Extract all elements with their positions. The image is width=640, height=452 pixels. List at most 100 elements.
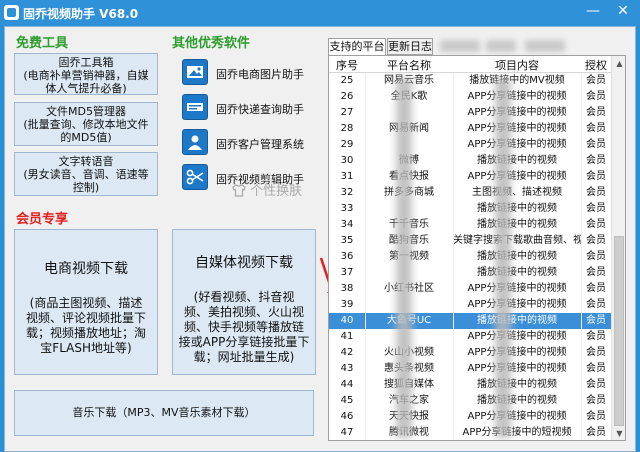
row-auth: 会员 [586, 219, 606, 230]
express-query-icon [182, 94, 208, 120]
row-auth: 会员 [586, 139, 606, 150]
table-row[interactable]: 46天天快报APP分享链接中的视频会员 [329, 409, 611, 425]
row-auth: 会员 [586, 283, 606, 294]
toolbox-button[interactable]: 固乔工具箱 (电商补单营销神器，自媒 体人气提升必备) [14, 53, 158, 95]
close-button[interactable]: ✕ [608, 0, 638, 24]
table-row[interactable]: 32拼多多商城主图视频、描述视频会员 [329, 185, 611, 201]
row-no: 36 [340, 251, 354, 262]
table-row[interactable]: 36第一视频播放链接中的视频会员 [329, 249, 611, 265]
row-no: 42 [340, 347, 354, 358]
row-no: 47 [340, 427, 354, 438]
free-tools-heading: 免费工具 [16, 36, 69, 51]
row-no: 31 [340, 171, 354, 182]
column-header-auth[interactable]: 授权 [581, 57, 611, 73]
table-header: 序号 平台名称 项目内容 授权 [329, 56, 625, 73]
table-row[interactable]: 44搜狐自媒体播放链接中的视频会员 [329, 377, 611, 393]
express-query-link[interactable]: 固乔快递查询助手 [176, 92, 308, 124]
row-auth: 会员 [586, 171, 606, 182]
tab-supported-platforms[interactable]: 支持的平台 [328, 38, 386, 56]
row-content: 播放链接中的视频 [477, 251, 557, 262]
blurred-area [396, 78, 412, 438]
text-to-speech-button[interactable]: 文字转语音 (男女读音、音调、语速等 控制) [14, 152, 158, 196]
row-content: APP分享链接中的视频 [467, 107, 567, 118]
row-auth: 会员 [586, 363, 606, 374]
row-auth: 会员 [586, 427, 606, 438]
table-row[interactable]: 42火山小视频APP分享链接中的视频会员 [329, 345, 611, 361]
platform-table[interactable]: 序号 平台名称 项目内容 授权 25网易云音乐播放链接中的MV视频会员26全民K… [328, 55, 626, 441]
toolbox-line-3: 体人气提升必备) [45, 82, 127, 95]
row-auth: 会员 [586, 267, 606, 278]
table-row[interactable]: 40大鱼号UC播放链接中的视频会员 [329, 313, 611, 329]
row-content: 播放链接中的视频 [477, 395, 557, 406]
media-video-desc: (好看视频、抖音视 频、美拍视频、火山视 频、快手视频等播放链 接或APP分享链… [173, 290, 315, 365]
row-no: 41 [340, 331, 354, 342]
ecom-desc-line-2: 视频、评论视频批量下 [25, 311, 146, 325]
table-row[interactable]: 35酷狗音乐关键字搜索下载歌曲音频、视频会员 [329, 233, 611, 249]
row-no: 29 [340, 139, 354, 150]
image-helper-link[interactable]: 固乔电商图片助手 [176, 57, 308, 89]
toolbox-line-2: (电商补单营销神器，自媒 [23, 69, 149, 82]
scroll-thumb[interactable] [614, 236, 624, 426]
column-divider [581, 73, 582, 440]
row-no: 40 [340, 315, 354, 326]
table-row[interactable]: 47腾讯微视APP分享链接中的短视频会员 [329, 425, 611, 440]
table-row[interactable]: 41 APP分享链接中的视频 会员 [329, 329, 611, 345]
row-content: APP分享链接中的短视频 [462, 427, 572, 438]
column-header-platform[interactable]: 平台名称 [365, 57, 453, 73]
table-row[interactable]: 43惠头条视频APP分享链接中的视频会员 [329, 361, 611, 377]
table-row[interactable]: 45汽车之家播放链接中的视频会员 [329, 393, 611, 409]
table-row[interactable]: 34千千音乐播放链接中的视频会员 [329, 217, 611, 233]
ecom-video-download-button[interactable]: 电商视频下载 (商品主图视频、描述 视频、评论视频批量下 载；视频播放地址；淘 … [14, 229, 158, 375]
row-content: 播放链接中的视频 [477, 267, 557, 278]
row-no: 34 [340, 219, 354, 230]
table-row[interactable]: 30微博播放链接中的视频会员 [329, 153, 611, 169]
row-auth: 会员 [586, 315, 606, 326]
table-row[interactable]: 28网易新闻APP分享链接中的视频会员 [329, 121, 611, 137]
media-desc-line-1: (好看视频、抖音视 [193, 290, 295, 304]
row-auth: 会员 [586, 123, 606, 134]
music-download-button[interactable]: 音乐下载（MP3、MV音乐素材下载） [14, 390, 314, 436]
table-scrollbar[interactable]: ▲ ▼ [611, 56, 625, 440]
table-row[interactable]: 26全民K歌APP分享链接中的视频会员 [329, 89, 611, 105]
table-row[interactable]: 27 APP分享链接中的视频 会员 [329, 105, 611, 121]
row-no: 27 [340, 107, 354, 118]
row-content: APP分享链接中的视频 [467, 91, 567, 102]
ecom-desc-line-3: 载；视频播放地址；淘 [25, 326, 146, 340]
table-row[interactable]: 31看点快报APP分享链接中的视频会员 [329, 169, 611, 185]
column-header-no[interactable]: 序号 [329, 57, 365, 73]
tab-update-log[interactable]: 更新日志 [387, 38, 433, 55]
column-divider [365, 73, 366, 440]
minimize-button[interactable]: — [578, 0, 608, 24]
column-divider [453, 73, 454, 440]
shirt-icon [232, 184, 250, 199]
tts-line-1: 文字转语音 [58, 155, 114, 168]
row-auth: 会员 [586, 379, 606, 390]
row-content: APP分享链接中的视频 [467, 411, 567, 422]
title-bar: 固乔视频助手 V68.0 — ✕ [0, 0, 640, 26]
row-no: 44 [340, 379, 354, 390]
table-row[interactable]: 37 播放链接中的视频 会员 [329, 265, 611, 281]
scroll-up-icon[interactable]: ▲ [612, 56, 625, 71]
row-no: 28 [340, 123, 354, 134]
row-content: APP分享链接中的视频 [467, 139, 567, 150]
row-no: 25 [340, 75, 354, 86]
row-auth: 会员 [586, 187, 606, 198]
express-query-label: 固乔快递查询助手 [216, 103, 304, 116]
row-auth: 会员 [586, 331, 606, 342]
customer-manage-link[interactable]: 固乔客户管理系统 [176, 127, 308, 159]
row-auth: 会员 [586, 203, 606, 214]
skin-switch-button[interactable]: 个性换肤 [232, 180, 302, 199]
md5-manager-button[interactable]: 文件MD5管理器 (批量查询、修改本地文件 的MD5值) [14, 102, 158, 146]
table-row[interactable]: 39 APP分享链接中的视频 会员 [329, 297, 611, 313]
window-title: 固乔视频助手 V68.0 [23, 7, 139, 21]
table-row[interactable]: 38小红书社区APP分享链接中的视频会员 [329, 281, 611, 297]
table-row[interactable]: 29 APP分享链接中的视频 会员 [329, 137, 611, 153]
row-no: 35 [340, 235, 354, 246]
row-content: APP分享链接中的视频 [467, 299, 567, 310]
media-video-download-button[interactable]: 自媒体视频下载 (好看视频、抖音视 频、美拍视频、火山视 频、快手视频等播放链 … [172, 229, 316, 375]
row-no: 26 [340, 91, 354, 102]
column-header-content[interactable]: 项目内容 [453, 57, 581, 73]
table-row[interactable]: 33 播放链接中的视频 会员 [329, 201, 611, 217]
table-row[interactable]: 25网易云音乐播放链接中的MV视频会员 [329, 73, 611, 89]
scroll-down-icon[interactable]: ▼ [612, 426, 625, 440]
